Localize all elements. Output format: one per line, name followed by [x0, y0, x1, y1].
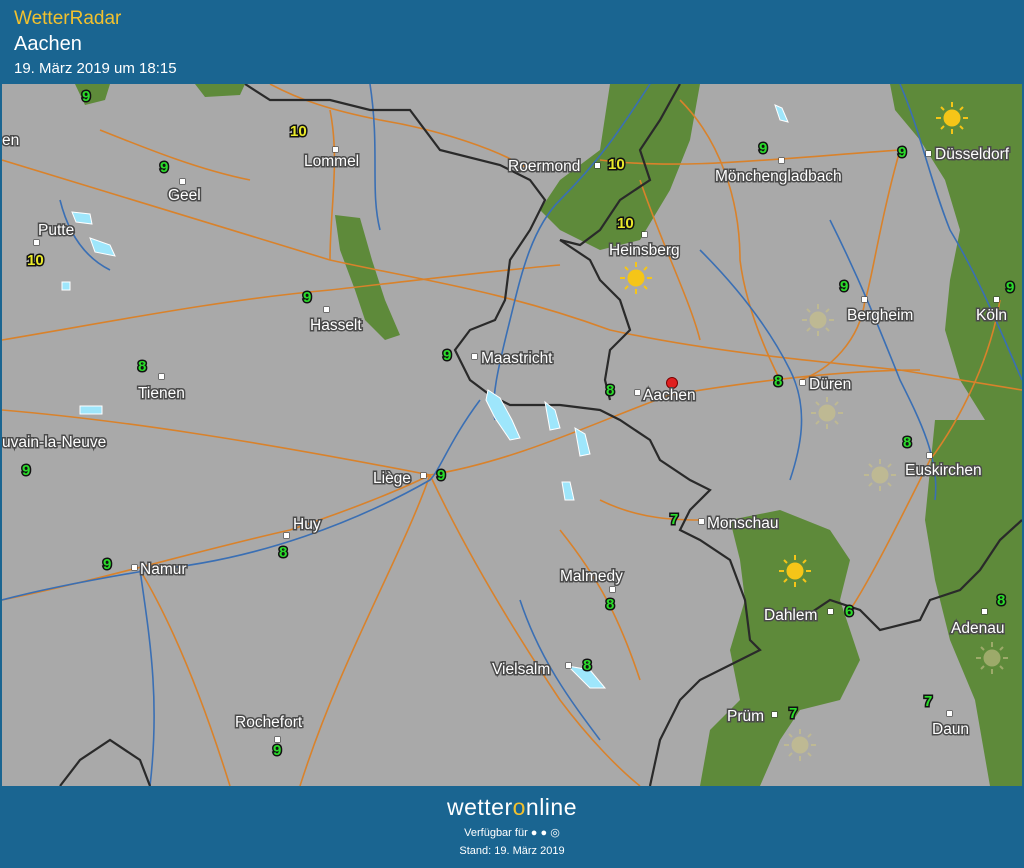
city-en[interactable]: en — [2, 131, 21, 151]
city-monschau[interactable]: Monschau — [698, 514, 780, 534]
svg-text:Malmedy: Malmedy — [560, 568, 623, 585]
app-title: WetterRadar — [14, 8, 122, 29]
city-geel[interactable]: Geel — [167, 178, 202, 206]
city-daun[interactable]: Daun — [931, 710, 971, 740]
sun-icon-faded-2 — [810, 396, 844, 430]
svg-text:Roermond: Roermond — [508, 158, 580, 175]
city-aachen[interactable]: Aachen — [634, 386, 697, 406]
svg-text:Liège: Liège — [373, 470, 411, 487]
temp-label: 8 — [279, 544, 287, 561]
svg-text:Vielsalm: Vielsalm — [492, 661, 550, 678]
available-label: Verfügbar für — [464, 827, 528, 839]
radar-timestamp: 19. März 2019 um 18:15 — [14, 60, 177, 77]
city-labels: Lommel Roermond Mönchengladbach Düsseldo… — [2, 131, 1011, 743]
temp-label: 8 — [606, 382, 614, 399]
svg-text:Lommel: Lommel — [304, 153, 359, 170]
city-malmedy[interactable]: Malmedy — [559, 567, 625, 593]
svg-text:Mönchengladbach: Mönchengladbach — [715, 168, 842, 185]
brand-part-o: o — [512, 794, 526, 820]
city-lommel[interactable]: Lommel — [303, 146, 361, 172]
temp-label: 10 — [608, 156, 625, 173]
svg-text:Dahlem: Dahlem — [764, 607, 817, 624]
svg-text:Düren: Düren — [809, 376, 851, 393]
temp-label: 9 — [1006, 279, 1014, 296]
city-maastricht[interactable]: Maastricht — [471, 349, 555, 369]
brand-part-1: wetter — [446, 794, 513, 820]
radar-map[interactable]: Lommel Roermond Mönchengladbach Düsseldo… — [2, 84, 1022, 786]
android-icon[interactable]: ● — [531, 827, 538, 839]
temp-label: 8 — [606, 596, 614, 613]
web-icon[interactable]: ◎ — [550, 827, 560, 839]
svg-text:Daun: Daun — [932, 721, 969, 738]
svg-text:Prüm: Prüm — [727, 708, 764, 725]
temp-label: 10 — [290, 123, 307, 140]
svg-text:Köln: Köln — [976, 307, 1007, 324]
sun-icon-faded-1 — [801, 303, 835, 337]
svg-text:Huy: Huy — [293, 516, 321, 533]
svg-text:uvain-la-Neuve: uvain-la-Neuve — [2, 434, 106, 451]
svg-text:Düsseldorf: Düsseldorf — [935, 146, 1010, 163]
city-dusseldorf[interactable]: Düsseldorf — [925, 145, 1011, 165]
city-putte[interactable]: Putte — [33, 221, 76, 246]
availability-line: Verfügbar für ● ● ◎ — [0, 826, 1024, 839]
temp-label: 9 — [82, 88, 90, 105]
map-canvas[interactable]: Lommel Roermond Mönchengladbach Düsseldo… — [2, 84, 1022, 786]
svg-text:Aachen: Aachen — [643, 387, 696, 404]
forest-areas — [75, 84, 1022, 786]
sun-icon-faded-3 — [863, 458, 897, 492]
wetteronline-logo[interactable]: wetteronline — [0, 794, 1024, 821]
city-vielsalm[interactable]: Vielsalm — [491, 660, 572, 680]
temp-label: 8 — [903, 434, 911, 451]
sun-icon-faded-4 — [783, 728, 817, 762]
svg-text:Monschau: Monschau — [707, 515, 779, 532]
svg-text:Maastricht: Maastricht — [481, 350, 553, 367]
brand-part-2: nline — [525, 794, 578, 820]
svg-text:Adenau: Adenau — [951, 620, 1004, 637]
city-hasselt[interactable]: Hasselt — [309, 306, 364, 336]
city-namur[interactable]: Namur — [131, 560, 188, 580]
temp-label: 9 — [303, 289, 311, 306]
city-tienen[interactable]: Tienen — [137, 373, 186, 404]
city-duren[interactable]: Düren — [799, 375, 853, 395]
svg-text:Namur: Namur — [140, 561, 187, 578]
svg-text:Bergheim: Bergheim — [847, 307, 913, 324]
temp-label: 9 — [840, 278, 848, 295]
temp-label: 8 — [583, 657, 591, 674]
temp-label: 9 — [273, 742, 281, 759]
temp-label: 7 — [670, 511, 678, 528]
temp-label: 8 — [138, 358, 146, 375]
apple-icon[interactable]: ● — [541, 827, 548, 839]
svg-text:Rochefort: Rochefort — [235, 714, 303, 731]
data-stand-date: Stand: 19. März 2019 — [459, 845, 565, 857]
header-bar: WetterRadar Aachen 19. März 2019 um 18:1… — [0, 0, 1024, 84]
temp-label: 7 — [924, 693, 932, 710]
svg-text:Geel: Geel — [168, 187, 201, 204]
location-title: Aachen — [14, 33, 82, 55]
temp-label: 9 — [898, 144, 906, 161]
temp-label: 10 — [617, 215, 634, 232]
temp-label: 9 — [103, 556, 111, 573]
svg-text:Euskirchen: Euskirchen — [905, 462, 982, 479]
city-louvain-la-neuve[interactable]: uvain-la-Neuve — [2, 433, 108, 453]
svg-text:Heinsberg: Heinsberg — [609, 242, 680, 259]
temp-label: 6 — [845, 603, 853, 620]
temp-label: 9 — [443, 347, 451, 364]
temp-label: 7 — [789, 705, 797, 722]
temp-label: 8 — [774, 373, 782, 390]
svg-text:Putte: Putte — [38, 222, 74, 239]
sun-icon-heinsberg — [619, 261, 653, 295]
svg-text:Tienen: Tienen — [138, 385, 185, 402]
footer-bar: wetteronline Verfügbar für ● ● ◎ Stand: … — [0, 788, 1024, 868]
svg-text:en: en — [2, 132, 19, 149]
svg-text:Hasselt: Hasselt — [310, 317, 362, 334]
temp-label: 9 — [22, 462, 30, 479]
city-huy[interactable]: Huy — [283, 515, 322, 539]
city-bergheim[interactable]: Bergheim — [846, 296, 915, 326]
temp-label: 9 — [759, 140, 767, 157]
temp-label: 9 — [437, 467, 445, 484]
temp-label: 8 — [997, 592, 1005, 609]
temp-label: 10 — [27, 252, 44, 269]
temp-label: 9 — [160, 159, 168, 176]
city-rochefort[interactable]: Rochefort — [234, 713, 304, 743]
